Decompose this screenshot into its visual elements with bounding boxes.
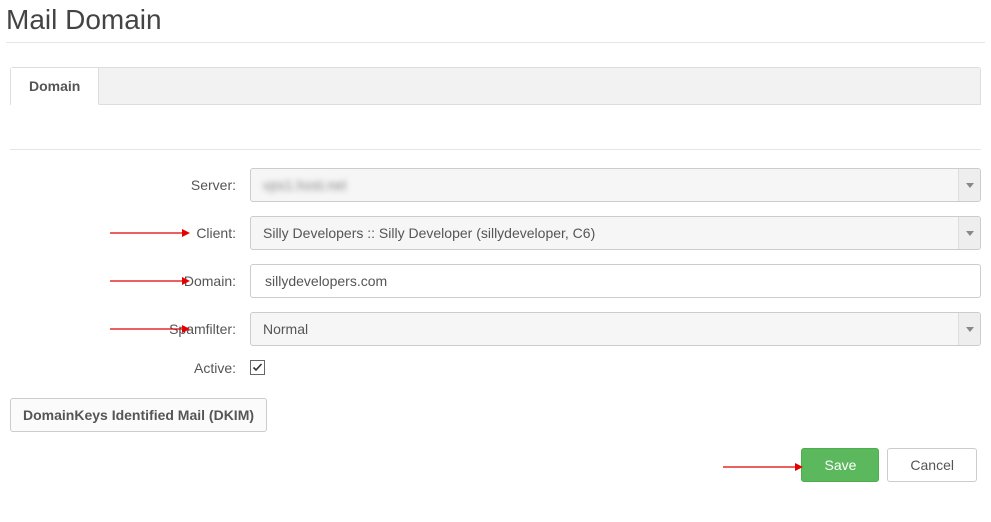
server-label: Server: (10, 177, 250, 193)
tab-domain-label: Domain (29, 78, 80, 94)
row-spamfilter: Spamfilter: Normal (10, 312, 981, 346)
dkim-button[interactable]: DomainKeys Identified Mail (DKIM) (10, 398, 267, 432)
spamfilter-select[interactable]: Normal (250, 312, 981, 346)
arrow-annotation-icon (723, 462, 803, 472)
domain-panel: Domain Server: vps1.host.net (6, 67, 985, 502)
tab-bar: Domain (10, 67, 981, 105)
server-value: vps1.host.net (263, 177, 346, 193)
form-footer: Save Cancel (10, 444, 981, 490)
chevron-down-icon (958, 169, 980, 201)
tab-domain-body: Server: vps1.host.net Client: (6, 105, 985, 502)
client-select[interactable]: Silly Developers :: Silly Developer (sil… (250, 216, 981, 250)
domain-input[interactable] (263, 265, 968, 297)
row-server: Server: vps1.host.net (10, 168, 981, 202)
active-checkbox[interactable] (250, 360, 265, 375)
chevron-down-icon (958, 313, 980, 345)
page-title: Mail Domain (6, 4, 985, 43)
dkim-button-label: DomainKeys Identified Mail (DKIM) (23, 407, 254, 423)
spamfilter-label: Spamfilter: (10, 321, 250, 337)
client-value: Silly Developers :: Silly Developer (sil… (263, 225, 595, 241)
tab-domain[interactable]: Domain (11, 68, 99, 105)
save-button[interactable]: Save (801, 448, 879, 482)
client-label: Client: (10, 225, 250, 241)
row-domain: Domain: (10, 264, 981, 298)
cancel-button-label: Cancel (910, 457, 954, 473)
row-client: Client: Silly Developers :: Silly Develo… (10, 216, 981, 250)
row-active: Active: (10, 360, 981, 376)
check-icon (252, 362, 263, 373)
save-button-label: Save (824, 457, 856, 473)
section-divider (10, 149, 981, 150)
domain-label: Domain: (10, 273, 250, 289)
cancel-button[interactable]: Cancel (887, 448, 977, 482)
spamfilter-value: Normal (263, 321, 308, 337)
active-label: Active: (10, 360, 250, 376)
chevron-down-icon (958, 217, 980, 249)
domain-input-wrap (250, 264, 981, 298)
server-select[interactable]: vps1.host.net (250, 168, 981, 202)
